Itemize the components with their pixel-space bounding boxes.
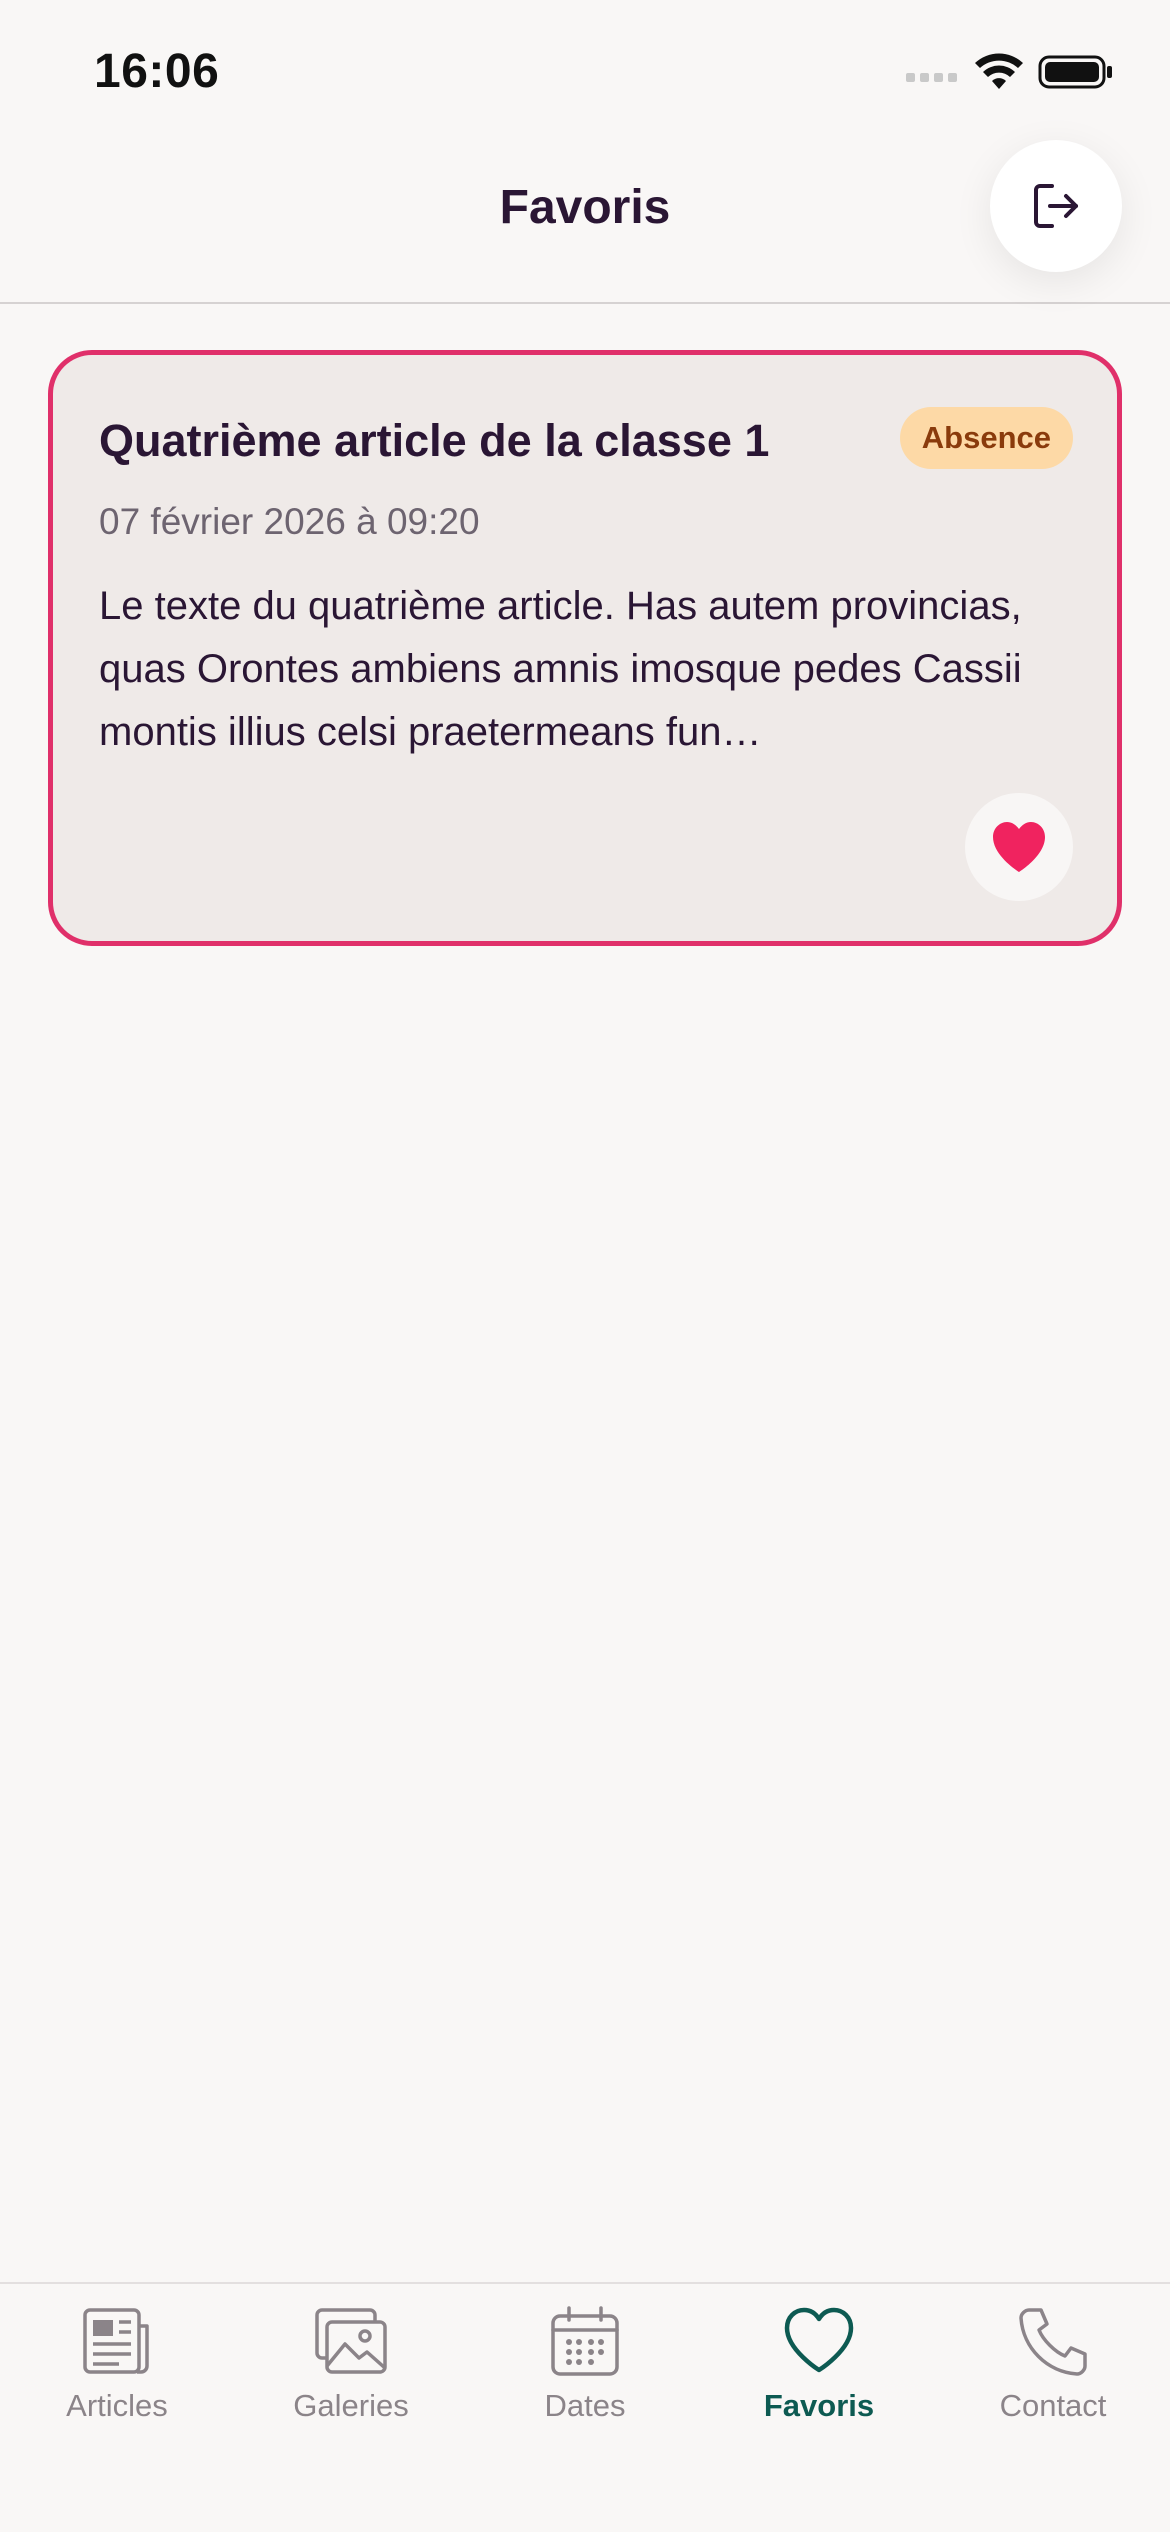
wifi-icon xyxy=(975,53,1023,89)
status-bar: 16:06 xyxy=(0,0,1170,140)
status-time: 16:06 xyxy=(94,45,220,98)
tab-label-articles: Articles xyxy=(66,2388,168,2423)
article-title: Quatrième article de la classe 1 xyxy=(99,415,770,466)
favorites-screen: 16:06 Favoris Quatrième article de la cl… xyxy=(0,0,1170,2532)
gallery-icon xyxy=(315,2308,387,2374)
cellular-signal-icon xyxy=(906,62,960,82)
logout-icon xyxy=(1034,184,1078,228)
tab-label-favoris: Favoris xyxy=(763,2388,875,2423)
calendar-icon xyxy=(551,2306,619,2376)
article-date: 07 février 2026 à 09:20 xyxy=(99,501,480,542)
tab-dates[interactable]: Dates xyxy=(468,2304,702,2444)
favorite-toggle-button[interactable] xyxy=(965,793,1073,901)
newspaper-icon xyxy=(83,2308,149,2374)
app-header: Favoris xyxy=(0,140,1170,304)
heart-outline-icon xyxy=(784,2307,854,2373)
logout-button[interactable] xyxy=(990,140,1122,272)
tab-label-dates: Dates xyxy=(544,2388,626,2423)
tab-galeries[interactable]: Galeries xyxy=(234,2304,468,2444)
phone-icon xyxy=(1019,2308,1087,2376)
tab-label-galeries: Galeries xyxy=(293,2388,409,2423)
heart-filled-icon xyxy=(993,822,1045,872)
tab-contact[interactable]: Contact xyxy=(936,2304,1170,2444)
category-badge: Absence xyxy=(899,407,1073,469)
article-card[interactable]: Quatrième article de la classe 1 Absence… xyxy=(48,350,1122,946)
tab-articles[interactable]: Articles xyxy=(0,2304,234,2444)
status-icons xyxy=(906,52,1114,92)
tab-bar: Articles Galeries Dates Favoris Contact xyxy=(0,2282,1170,2532)
tab-label-contact: Contact xyxy=(999,2388,1107,2423)
tab-favoris[interactable]: Favoris xyxy=(702,2304,936,2444)
article-excerpt: Le texte du quatrième article. Has autem… xyxy=(99,584,1022,754)
battery-icon xyxy=(1038,55,1112,89)
